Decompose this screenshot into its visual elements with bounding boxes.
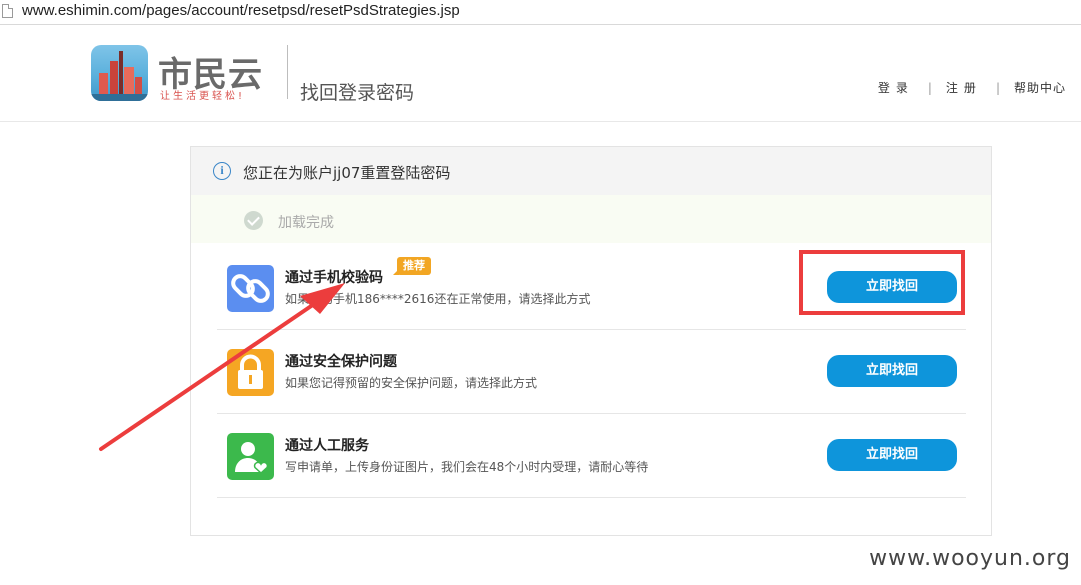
logo-slogan: 让生活更轻松! [160, 91, 246, 102]
top-nav: 登录 | 注册 | 帮助中心 [878, 79, 1066, 96]
recommend-badge: 推荐 [393, 257, 431, 275]
page-icon [2, 4, 13, 18]
info-icon: i [213, 162, 231, 180]
option-title: 通过手机校验码 [285, 270, 383, 286]
site-header: 市民云 让生活更轻松! 找回登录密码 登录 | 注册 | 帮助中心 [0, 25, 1081, 122]
url-text[interactable]: www.eshimin.com/pages/account/resetpsd/r… [22, 2, 460, 19]
recover-now-button[interactable]: 立即找回 [827, 355, 957, 387]
header-divider [287, 45, 288, 99]
option-description: 如果您记得预留的安全保护问题，请选择此方式 [285, 376, 538, 390]
option-security-question: 通过安全保护问题 如果您记得预留的安全保护问题，请选择此方式 立即找回 [217, 329, 966, 414]
user-heart-icon [227, 433, 274, 480]
page-title: 找回登录密码 [300, 82, 415, 104]
nav-separator: | [995, 80, 1000, 95]
lock-icon [227, 349, 274, 396]
option-description: 写申请单，上传身份证图片，我们会在48个小时内受理，请耐心等待 [285, 460, 649, 474]
link-icon [227, 265, 274, 312]
nav-help-link[interactable]: 帮助中心 [1014, 79, 1066, 96]
option-title: 通过人工服务 [285, 438, 369, 454]
nav-separator: | [927, 80, 932, 95]
nav-login-link[interactable]: 登录 [878, 79, 914, 96]
reset-strategy-card: i 您正在为账户jj07重置登陆密码 加载完成 通过手机校验码 推荐 如果您的手… [190, 146, 992, 536]
watermark-text: www.wooyun.org [869, 546, 1071, 571]
option-title: 通过安全保护问题 [285, 354, 397, 370]
loaded-text: 加载完成 [278, 215, 334, 231]
option-description: 如果您的手机186****2616还在正常使用，请选择此方式 [285, 292, 591, 306]
notice-text: 您正在为账户jj07重置登陆密码 [243, 164, 451, 182]
recover-now-button[interactable]: 立即找回 [827, 439, 957, 471]
logo-icon[interactable] [91, 45, 148, 101]
loaded-status: 加载完成 [191, 195, 991, 243]
option-manual-service: 通过人工服务 写申请单，上传身份证图片，我们会在48个小时内受理，请耐心等待 立… [217, 413, 966, 498]
account-notice: i 您正在为账户jj07重置登陆密码 [191, 147, 991, 195]
address-bar[interactable]: www.eshimin.com/pages/account/resetpsd/r… [0, 0, 1081, 25]
nav-register-link[interactable]: 注册 [946, 79, 982, 96]
annotation-highlight-box [799, 250, 965, 315]
check-circle-icon [244, 211, 263, 230]
